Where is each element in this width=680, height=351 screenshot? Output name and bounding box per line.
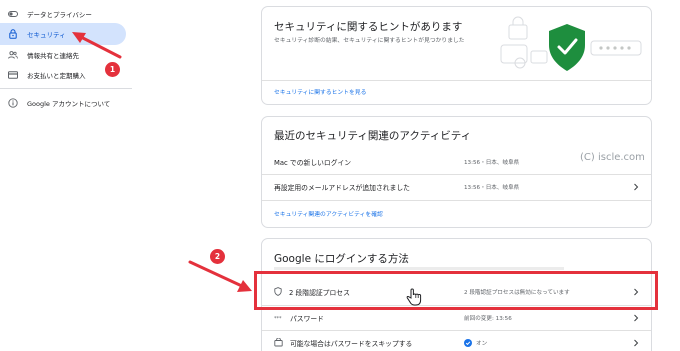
sidebar-item-label: データとプライバシー xyxy=(27,11,92,19)
password-icon: *** xyxy=(274,315,283,321)
divider xyxy=(262,200,651,201)
step-badge-2: 2 xyxy=(210,249,225,264)
people-icon xyxy=(8,50,18,60)
sidebar-item-label: 情報共有と連絡先 xyxy=(27,52,79,60)
recent-activity-card: 最近のセキュリティ関連のアクティビティ Mac での新しいログイン 13:56・… xyxy=(261,116,652,228)
info-icon xyxy=(8,98,18,108)
chevron-right-icon xyxy=(633,330,639,351)
card-description: セキュリティ診断の結果、セキュリティに関するヒントが見つかりました xyxy=(274,38,465,44)
row-label-wrap: 可能な場合はパスワードをスキップする xyxy=(274,330,412,351)
row-label: 可能な場合はパスワードをスキップする xyxy=(290,339,413,348)
sidebar-item-label: Google アカウントについて xyxy=(27,100,111,108)
row-label: 再設定用のメールアドレスが追加されました xyxy=(274,183,410,192)
chevron-right-icon xyxy=(633,174,639,199)
sidebar-item-security[interactable]: セキュリティ xyxy=(0,23,126,45)
sidebar-item-about[interactable]: Google アカウントについて xyxy=(0,92,126,114)
toggle-icon xyxy=(8,9,18,19)
review-activity-link[interactable]: セキュリティ関連のアクティビティを確認 xyxy=(274,209,383,218)
security-illustration xyxy=(500,16,642,71)
divider xyxy=(0,88,132,89)
card-title: 最近のセキュリティ関連のアクティビティ xyxy=(274,130,472,142)
highlight-box xyxy=(254,271,658,310)
row-label: Mac での新しいログイン xyxy=(274,158,352,167)
svg-text:***: *** xyxy=(274,316,282,321)
card-title: セキュリティに関するヒントがあります xyxy=(274,21,463,33)
row-meta: オン xyxy=(476,340,488,347)
security-hints-card: セキュリティに関するヒントがあります セキュリティ診断の結果、セキュリティに関す… xyxy=(261,6,652,105)
row-meta: 13:56・日本、岐阜県 xyxy=(464,159,520,166)
step-badge-1: 1 xyxy=(105,62,120,77)
view-security-hints-link[interactable]: セキュリティに関するヒントを見る xyxy=(274,87,366,96)
row-skip-password[interactable]: 可能な場合はパスワードをスキップする オン xyxy=(262,330,651,351)
card-description xyxy=(274,267,564,270)
activity-row-recovery-email[interactable]: 再設定用のメールアドレスが追加されました 13:56・日本、岐阜県 xyxy=(262,174,651,199)
credit-card-icon xyxy=(8,70,18,80)
sidebar-item-data-privacy[interactable]: データとプライバシー xyxy=(0,3,126,25)
sidebar-item-label: セキュリティ xyxy=(27,31,66,39)
arrow-step2 xyxy=(188,260,252,292)
row-label: パスワード xyxy=(290,314,324,323)
sidebar: データとプライバシー セキュリティ 情報共有と連絡先 お支払いと定期購入 Goo… xyxy=(0,0,136,351)
skip-password-icon xyxy=(274,338,283,347)
watermark: (C) iscle.com xyxy=(580,152,645,163)
card-title: Google にログインする方法 xyxy=(274,253,409,265)
lock-icon xyxy=(8,29,18,39)
divider xyxy=(262,80,651,81)
sidebar-item-label: お支払いと定期購入 xyxy=(27,72,86,80)
row-meta-wrap: オン xyxy=(464,330,487,351)
check-circle-icon xyxy=(464,338,472,347)
row-meta: 13:56・日本、岐阜県 xyxy=(464,184,520,191)
